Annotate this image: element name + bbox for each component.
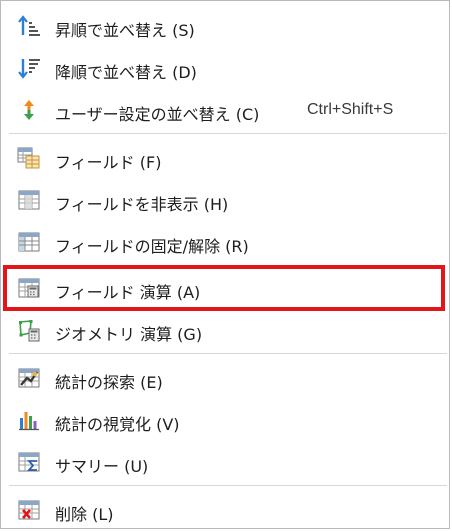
menu-item-summarize[interactable]: サマリー (U) — [1, 441, 451, 483]
menu-item-label: サマリー (U) — [55, 457, 149, 476]
summarize-icon — [18, 452, 40, 472]
menu-separator — [9, 133, 447, 134]
custom-sort-icon — [24, 100, 34, 120]
menu-item-label: ジオメトリ 演算 (G) — [55, 325, 203, 344]
menu-item-visualize-statistics[interactable]: 統計の視覚化 (V) — [1, 399, 451, 441]
menu-item-explore-statistics[interactable]: 統計の探索 (E) — [1, 357, 451, 399]
calculate-geometry-icon — [19, 320, 40, 342]
context-menu: 昇順で並べ替え (S) 降順で並べ替え (D) ユーザー設定の並べ替え (C) … — [0, 0, 450, 529]
delete-field-icon — [18, 500, 40, 520]
menu-item-label: 昇順で並べ替え (S) — [55, 21, 195, 40]
shortcut-text: Ctrl+Shift+S — [307, 101, 394, 118]
sort-descending-icon — [18, 59, 40, 79]
menu-separator — [9, 353, 447, 354]
menu-item-label: フィールドの固定/解除 (R) — [55, 237, 249, 256]
menu-item-label: 降順で並べ替え (D) — [55, 63, 197, 82]
menu-separator — [9, 485, 447, 486]
hide-field-icon — [18, 190, 40, 210]
menu-item-label: ユーザー設定の並べ替え (C) — [55, 105, 260, 124]
menu-item-fields[interactable]: フィールド (F) — [1, 137, 451, 179]
menu-item-custom-sort[interactable]: ユーザー設定の並べ替え (C) Ctrl+Shift+S — [1, 89, 451, 131]
explore-statistics-icon — [18, 368, 40, 388]
menu-item-label: 統計の視覚化 (V) — [55, 415, 180, 434]
fields-icon — [17, 147, 40, 169]
menu-item-label: 削除 (L) — [55, 505, 114, 524]
freeze-field-icon — [18, 232, 40, 252]
menu-item-sort-descending[interactable]: 降順で並べ替え (D) — [1, 47, 451, 89]
menu-item-label: 統計の探索 (E) — [55, 373, 163, 392]
menu-item-label: フィールドを非表示 (H) — [55, 195, 229, 214]
menu-item-delete[interactable]: 削除 (L) — [1, 489, 451, 531]
highlight-box — [3, 265, 445, 311]
sort-ascending-icon — [18, 15, 40, 36]
menu-item-sort-ascending[interactable]: 昇順で並べ替え (S) — [1, 5, 451, 47]
menu-item-freeze-field[interactable]: フィールドの固定/解除 (R) — [1, 221, 451, 263]
visualize-statistics-icon — [19, 412, 39, 431]
menu-item-calculate-geometry[interactable]: ジオメトリ 演算 (G) — [1, 309, 451, 351]
menu-item-label: フィールド (F) — [55, 153, 162, 172]
menu-item-hide-field[interactable]: フィールドを非表示 (H) — [1, 179, 451, 221]
